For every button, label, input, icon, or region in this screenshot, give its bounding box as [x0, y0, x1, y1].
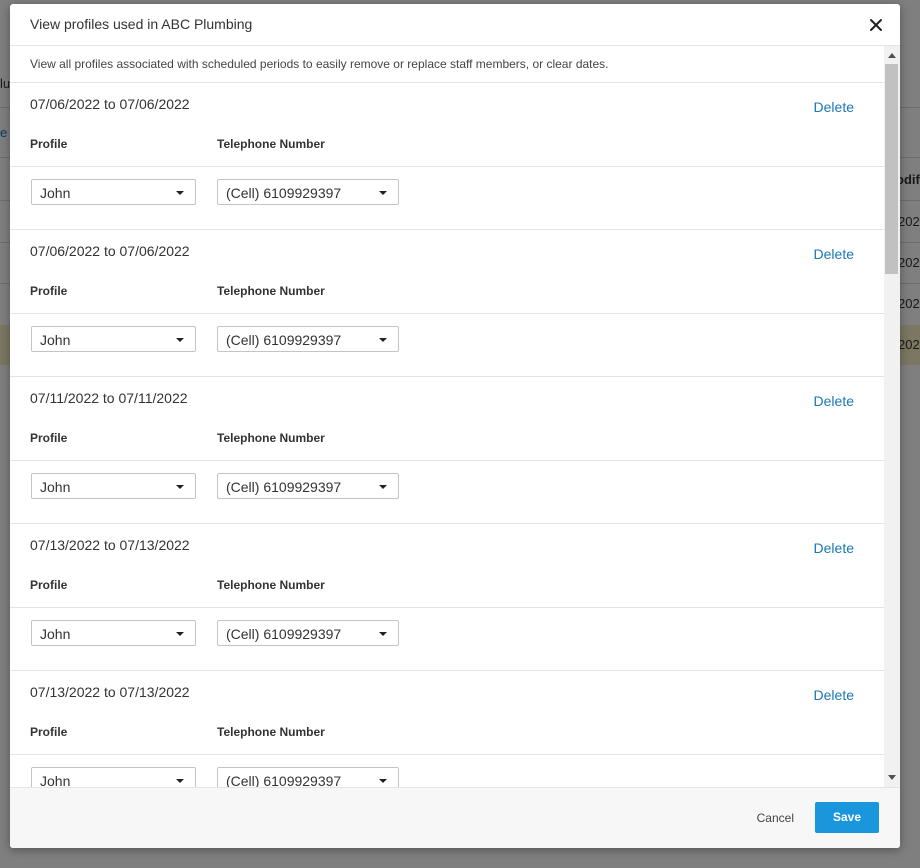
- chevron-down-icon: [176, 779, 184, 783]
- period-divider: [10, 460, 884, 461]
- dialog-header: View profiles used in ABC Plumbing: [10, 4, 900, 46]
- profile-label: Profile: [30, 137, 68, 151]
- chevron-down-icon: [176, 485, 184, 489]
- telephone-number-select-value: (Cell) 6109929397: [226, 185, 342, 201]
- period-divider: [10, 754, 884, 755]
- period-divider: [10, 166, 884, 167]
- close-button[interactable]: [866, 15, 886, 35]
- profile-label: Profile: [30, 431, 68, 445]
- chevron-down-icon: [176, 191, 184, 195]
- scroll-down-arrow-icon[interactable]: [888, 775, 896, 780]
- period-date-range: 07/06/2022 to 07/06/2022: [30, 243, 190, 259]
- cancel-button[interactable]: Cancel: [757, 811, 794, 825]
- delete-period-link[interactable]: Delete: [814, 99, 854, 115]
- telephone-number-label: Telephone Number: [217, 137, 325, 151]
- telephone-number-select[interactable]: (Cell) 6109929397: [217, 326, 399, 352]
- chevron-down-icon: [379, 191, 387, 195]
- telephone-number-select[interactable]: (Cell) 6109929397: [217, 473, 399, 499]
- profile-select[interactable]: John: [31, 620, 196, 646]
- dialog-intro-text: View all profiles associated with schedu…: [10, 46, 884, 83]
- chevron-down-icon: [176, 632, 184, 636]
- telephone-number-select-value: (Cell) 6109929397: [226, 479, 342, 495]
- scheduled-period: 07/11/2022 to 07/11/2022 Delete Profile …: [10, 377, 884, 524]
- telephone-number-label: Telephone Number: [217, 431, 325, 445]
- profile-select[interactable]: John: [31, 473, 196, 499]
- profile-select-value: John: [40, 332, 71, 348]
- chevron-down-icon: [379, 632, 387, 636]
- chevron-down-icon: [176, 338, 184, 342]
- save-button[interactable]: Save: [815, 802, 879, 833]
- telephone-number-select-value: (Cell) 6109929397: [226, 332, 342, 348]
- telephone-number-select[interactable]: (Cell) 6109929397: [217, 767, 399, 787]
- dialog-title: View profiles used in ABC Plumbing: [30, 16, 253, 32]
- delete-period-link[interactable]: Delete: [814, 687, 854, 703]
- chevron-down-icon: [379, 338, 387, 342]
- dialog-scrollbar[interactable]: [884, 46, 900, 787]
- profiles-dialog: View profiles used in ABC Plumbing View …: [10, 4, 900, 848]
- dialog-body: View all profiles associated with schedu…: [10, 46, 884, 787]
- scheduled-period: 07/13/2022 to 07/13/2022 Delete Profile …: [10, 671, 884, 787]
- delete-period-link[interactable]: Delete: [814, 246, 854, 262]
- profile-select[interactable]: John: [31, 326, 196, 352]
- period-divider: [10, 607, 884, 608]
- profile-label: Profile: [30, 284, 68, 298]
- telephone-number-label: Telephone Number: [217, 578, 325, 592]
- telephone-number-select[interactable]: (Cell) 6109929397: [217, 620, 399, 646]
- profile-label: Profile: [30, 725, 68, 739]
- telephone-number-select-value: (Cell) 6109929397: [226, 773, 342, 787]
- close-icon: [870, 19, 882, 31]
- chevron-down-icon: [379, 779, 387, 783]
- scrollbar-thumb[interactable]: [885, 64, 898, 274]
- delete-period-link[interactable]: Delete: [814, 540, 854, 556]
- profile-select[interactable]: John: [31, 179, 196, 205]
- profile-select-value: John: [40, 626, 71, 642]
- profile-label: Profile: [30, 578, 68, 592]
- profile-select-value: John: [40, 773, 71, 787]
- scheduled-period: 07/06/2022 to 07/06/2022 Delete Profile …: [10, 83, 884, 230]
- period-divider: [10, 313, 884, 314]
- delete-period-link[interactable]: Delete: [814, 393, 854, 409]
- scheduled-period: 07/13/2022 to 07/13/2022 Delete Profile …: [10, 524, 884, 671]
- profile-select-value: John: [40, 479, 71, 495]
- telephone-number-label: Telephone Number: [217, 284, 325, 298]
- profile-select-value: John: [40, 185, 71, 201]
- profile-select[interactable]: John: [31, 767, 196, 787]
- period-date-range: 07/13/2022 to 07/13/2022: [30, 537, 190, 553]
- dialog-footer: Cancel Save: [10, 787, 900, 848]
- chevron-down-icon: [379, 485, 387, 489]
- scroll-up-arrow-icon[interactable]: [888, 53, 896, 58]
- scheduled-period: 07/06/2022 to 07/06/2022 Delete Profile …: [10, 230, 884, 377]
- telephone-number-select[interactable]: (Cell) 6109929397: [217, 179, 399, 205]
- period-date-range: 07/06/2022 to 07/06/2022: [30, 96, 190, 112]
- telephone-number-label: Telephone Number: [217, 725, 325, 739]
- telephone-number-select-value: (Cell) 6109929397: [226, 626, 342, 642]
- period-date-range: 07/13/2022 to 07/13/2022: [30, 684, 190, 700]
- period-date-range: 07/11/2022 to 07/11/2022: [30, 390, 188, 406]
